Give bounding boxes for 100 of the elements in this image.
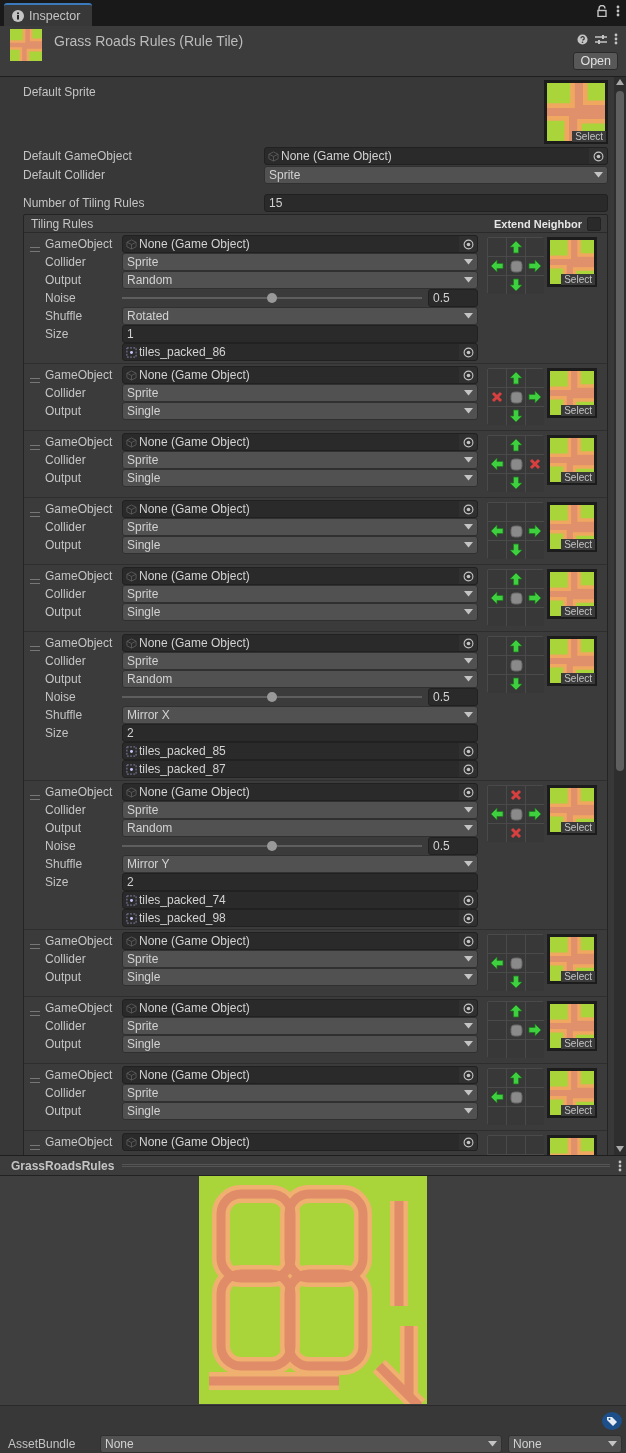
help-icon[interactable] (577, 33, 588, 45)
menu-icon[interactable] (616, 5, 620, 17)
neighbor-cell[interactable] (526, 388, 544, 406)
drag-handle-icon[interactable] (30, 795, 40, 800)
dropdown[interactable]: Sprite (122, 652, 478, 670)
neighbor-cell[interactable] (488, 1088, 506, 1106)
object-picker-icon[interactable] (459, 635, 477, 651)
dropdown[interactable]: None (100, 1435, 502, 1453)
number-field[interactable]: 2 (122, 873, 478, 891)
neighbor-cell[interactable] (526, 805, 544, 823)
sprite-field[interactable]: tiles_packed_85 (122, 742, 478, 760)
select-button[interactable]: Select (561, 822, 595, 833)
drag-handle-icon[interactable] (30, 646, 40, 651)
select-button[interactable]: Select (561, 405, 595, 416)
dropdown[interactable]: Sprite (122, 1084, 478, 1102)
number-field[interactable]: 15 (264, 194, 608, 212)
object-picker-icon[interactable] (459, 784, 477, 800)
object-field[interactable]: None (Game Object) (122, 433, 478, 451)
dropdown[interactable]: Single (122, 968, 478, 986)
dropdown[interactable]: Sprite (122, 451, 478, 469)
dropdown[interactable]: Sprite (122, 950, 478, 968)
neighbor-cell[interactable] (507, 369, 525, 387)
dropdown[interactable]: Rotated (122, 307, 478, 325)
neighbor-cell[interactable] (488, 388, 506, 406)
neighbor-cell[interactable] (507, 675, 525, 693)
select-button[interactable]: Select (561, 673, 595, 684)
drag-handle-icon[interactable] (30, 944, 40, 949)
lock-icon[interactable] (597, 5, 607, 17)
neighbor-cell[interactable] (488, 257, 506, 275)
neighbor-cell[interactable] (526, 455, 544, 473)
object-picker-icon[interactable] (459, 434, 477, 450)
slider-thumb[interactable] (267, 293, 277, 303)
drag-handle-icon[interactable] (30, 247, 40, 252)
scroll-up-arrow-icon[interactable] (616, 79, 624, 85)
dropdown[interactable]: Single (122, 1035, 478, 1053)
neighbor-cell[interactable] (507, 436, 525, 454)
object-picker-icon[interactable] (459, 1000, 477, 1016)
drag-handle-icon[interactable] (30, 1078, 40, 1083)
dropdown[interactable]: Sprite (122, 585, 478, 603)
object-picker-icon[interactable] (459, 236, 477, 252)
select-button[interactable]: Select (561, 606, 595, 617)
select-button[interactable]: Select (561, 971, 595, 982)
neighbor-cell[interactable] (526, 589, 544, 607)
object-field[interactable]: None (Game Object) (122, 500, 478, 518)
object-field[interactable]: None (Game Object) (122, 932, 478, 950)
sprite-slot[interactable]: Select (547, 636, 597, 686)
object-picker-icon[interactable] (459, 501, 477, 517)
neighbor-cell[interactable] (507, 1069, 525, 1087)
dropdown[interactable]: Single (122, 603, 478, 621)
drag-handle-icon[interactable] (30, 1145, 40, 1150)
neighbor-cell[interactable] (526, 1021, 544, 1039)
sprite-slot[interactable]: Select (547, 502, 597, 552)
neighbor-cell[interactable] (507, 570, 525, 588)
number-field[interactable]: 0.5 (428, 289, 478, 307)
object-picker-icon[interactable] (459, 892, 477, 908)
sprite-slot[interactable]: Select (547, 435, 597, 485)
slider-thumb[interactable] (267, 692, 277, 702)
menu-icon[interactable] (618, 1159, 622, 1172)
dropdown[interactable]: Single (122, 1102, 478, 1120)
dropdown[interactable]: None (508, 1435, 622, 1453)
drag-handle-icon[interactable] (30, 378, 40, 383)
object-field[interactable]: None (Game Object) (122, 999, 478, 1017)
neighbor-cell[interactable] (507, 786, 525, 804)
neighbor-cell[interactable] (507, 407, 525, 425)
object-picker-icon[interactable] (459, 367, 477, 383)
object-picker-icon[interactable] (589, 148, 607, 164)
neighbor-cell[interactable] (507, 824, 525, 842)
object-picker-icon[interactable] (459, 1067, 477, 1083)
neighbor-cell[interactable] (526, 522, 544, 540)
dropdown[interactable]: Single (122, 469, 478, 487)
drag-handle-icon[interactable] (30, 512, 40, 517)
menu-icon[interactable] (614, 33, 618, 45)
dropdown[interactable]: Sprite (122, 384, 478, 402)
sprite-slot[interactable]: Select (547, 569, 597, 619)
dropdown[interactable]: Sprite (122, 518, 478, 536)
sprite-slot[interactable]: Select (547, 368, 597, 418)
object-picker-icon[interactable] (459, 743, 477, 759)
number-field[interactable]: 0.5 (428, 688, 478, 706)
slider-thumb[interactable] (267, 841, 277, 851)
scroll-down-arrow-icon[interactable] (616, 1146, 624, 1152)
dropdown[interactable]: Random (122, 670, 478, 688)
checkbox[interactable] (587, 216, 601, 231)
dropdown[interactable]: Sprite (122, 801, 478, 819)
neighbor-cell[interactable] (507, 973, 525, 991)
neighbor-cell[interactable] (488, 954, 506, 972)
neighbor-cell[interactable] (488, 1136, 506, 1154)
object-field[interactable]: None (Game Object) (122, 1066, 478, 1084)
object-field[interactable]: None (Game Object) (122, 366, 478, 384)
sprite-slot[interactable]: Select (547, 934, 597, 984)
select-button[interactable]: Select (561, 274, 595, 285)
dropdown[interactable]: Single (122, 536, 478, 554)
neighbor-cell[interactable] (526, 257, 544, 275)
neighbor-cell[interactable] (507, 637, 525, 655)
dropdown[interactable]: Mirror Y (122, 855, 478, 873)
sprite-slot[interactable]: Select (547, 237, 597, 287)
number-field[interactable]: 0.5 (428, 837, 478, 855)
neighbor-cell[interactable] (507, 238, 525, 256)
select-button[interactable]: Select (561, 539, 595, 550)
object-field[interactable]: None (Game Object) (264, 147, 608, 165)
neighbor-cell[interactable] (526, 1136, 544, 1154)
